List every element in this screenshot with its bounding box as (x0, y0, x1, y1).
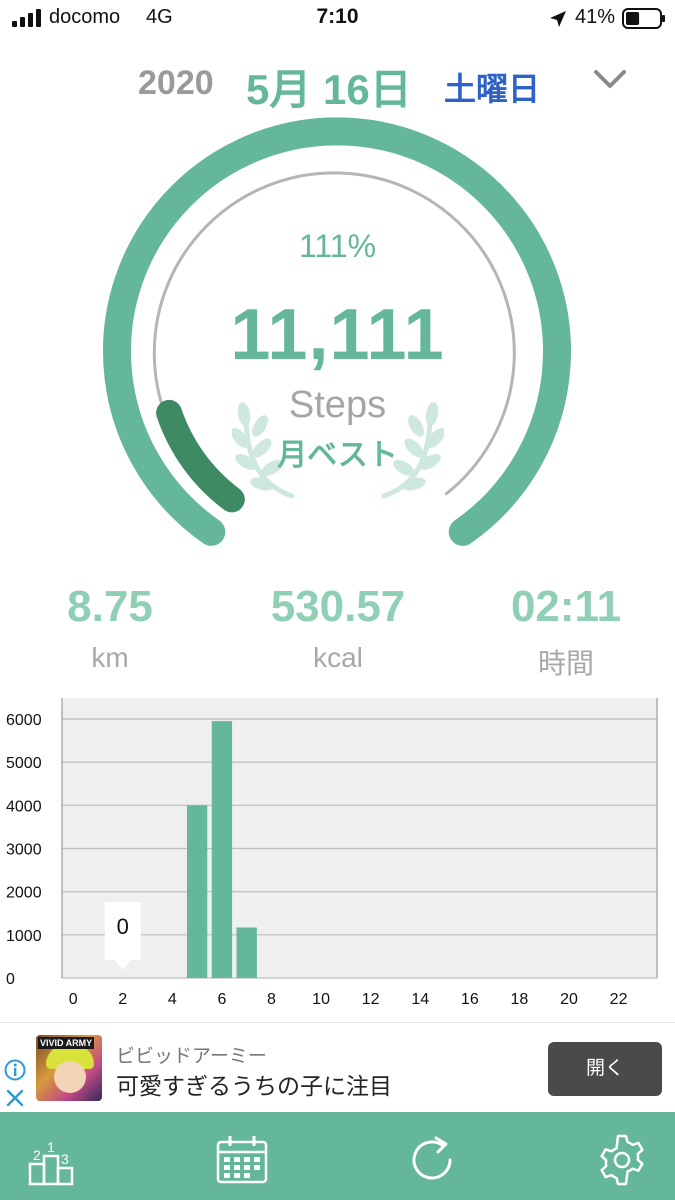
stats-row: 8.75 km 530.57 kcal 02:11 時間 (0, 582, 675, 682)
status-time: 7:10 (316, 5, 359, 28)
hourly-steps-chart-svg: 0 1000 2000 3000 4000 5000 6000 0 2 4 6 8 10 12 14 16 18… (6, 698, 658, 1008)
chart-x-tick: 4 (168, 991, 177, 1008)
chart-x-tick: 0 (69, 991, 78, 1008)
ranking-podium-icon[interactable]: 2 1 3 (24, 1132, 80, 1188)
stat-calories-label: kcal (313, 642, 363, 673)
podium-rank-1: 1 (47, 1139, 55, 1155)
chart-plot-area (62, 698, 657, 978)
date-month-day: 5月 16日 (246, 66, 412, 113)
chart-x-tick: 8 (267, 991, 276, 1008)
stat-distance-label: km (91, 642, 129, 673)
chart-y-tick: 5000 (6, 755, 42, 772)
date-header[interactable]: 2020 5月 16日 土曜日 (0, 56, 675, 113)
chart-x-tick: 18 (511, 991, 529, 1008)
goal-percent: 111% (298, 228, 377, 264)
chart-x-tick: 22 (610, 991, 628, 1008)
podium-rank-2: 2 (33, 1147, 41, 1163)
chart-x-tick: 14 (411, 991, 429, 1008)
stat-distance-value: 8.75 (67, 582, 153, 631)
chart-y-tick: 3000 (6, 842, 42, 859)
chart-bar (236, 927, 257, 978)
stat-time-value: 02:11 (510, 582, 622, 631)
location-arrow-icon (550, 11, 566, 27)
ad-open-button[interactable]: 開く (548, 1042, 662, 1096)
chart-y-tick: 0 (6, 971, 15, 988)
chart-bar (186, 805, 208, 978)
battery-percent: 41% (575, 6, 616, 28)
close-icon[interactable] (4, 1087, 26, 1109)
chart-y-tick: 2000 (6, 885, 42, 902)
podium-rank-3: 3 (61, 1151, 69, 1167)
chart-y-tick: 6000 (6, 712, 42, 729)
chart-x-tick: 6 (217, 991, 226, 1008)
hourly-steps-chart[interactable]: 0 1000 2000 3000 4000 5000 6000 0 2 4 6 8 10 12 14 16 18… (0, 692, 675, 1014)
monthly-best-badge: 月ベスト (277, 439, 398, 472)
refresh-icon[interactable] (404, 1132, 460, 1188)
calendar-icon[interactable] (214, 1132, 270, 1188)
chart-x-tick: 16 (461, 991, 479, 1008)
chevron-down-icon[interactable] (590, 64, 630, 94)
step-count: 11,111 (230, 295, 445, 375)
chart-y-tick: 1000 (6, 928, 42, 945)
date-weekday: 土曜日 (444, 71, 541, 107)
chart-x-tick: 10 (312, 991, 330, 1008)
stat-calories-value: 530.57 (270, 582, 406, 631)
chart-tooltip-value: 0 (117, 914, 129, 939)
chart-x-tick: 20 (560, 991, 578, 1008)
status-bar: docomo 4G 7:10 41% (0, 0, 675, 38)
date-year: 2020 (138, 64, 214, 102)
ad-thumbnail-logo: VIVID ARMY (38, 1037, 95, 1049)
stat-time: 02:11 時間 (456, 582, 675, 682)
tab-bar: 2 1 3 (0, 1112, 675, 1200)
ad-banner[interactable]: VIVID ARMY ビビッドアーミー 可愛すぎるうちの子に注目 開く (0, 1022, 675, 1112)
battery-icon (622, 8, 665, 29)
ad-thumbnail[interactable]: VIVID ARMY (36, 1035, 102, 1101)
stat-calories: 530.57 kcal (228, 582, 448, 674)
stat-time-label: 時間 (537, 648, 594, 679)
chart-x-tick: 2 (118, 991, 127, 1008)
chart-y-tick: 4000 (6, 798, 42, 815)
gear-icon[interactable] (594, 1132, 650, 1188)
info-icon[interactable] (4, 1059, 26, 1081)
ad-brand: ビビッドアーミー (116, 1046, 267, 1067)
step-unit: Steps (288, 384, 387, 426)
chart-bar (211, 721, 233, 978)
ad-title[interactable]: 可愛すぎるうちの子に注目 (116, 1067, 392, 1101)
stat-distance: 8.75 km (0, 582, 220, 674)
chart-x-tick: 12 (362, 991, 380, 1008)
